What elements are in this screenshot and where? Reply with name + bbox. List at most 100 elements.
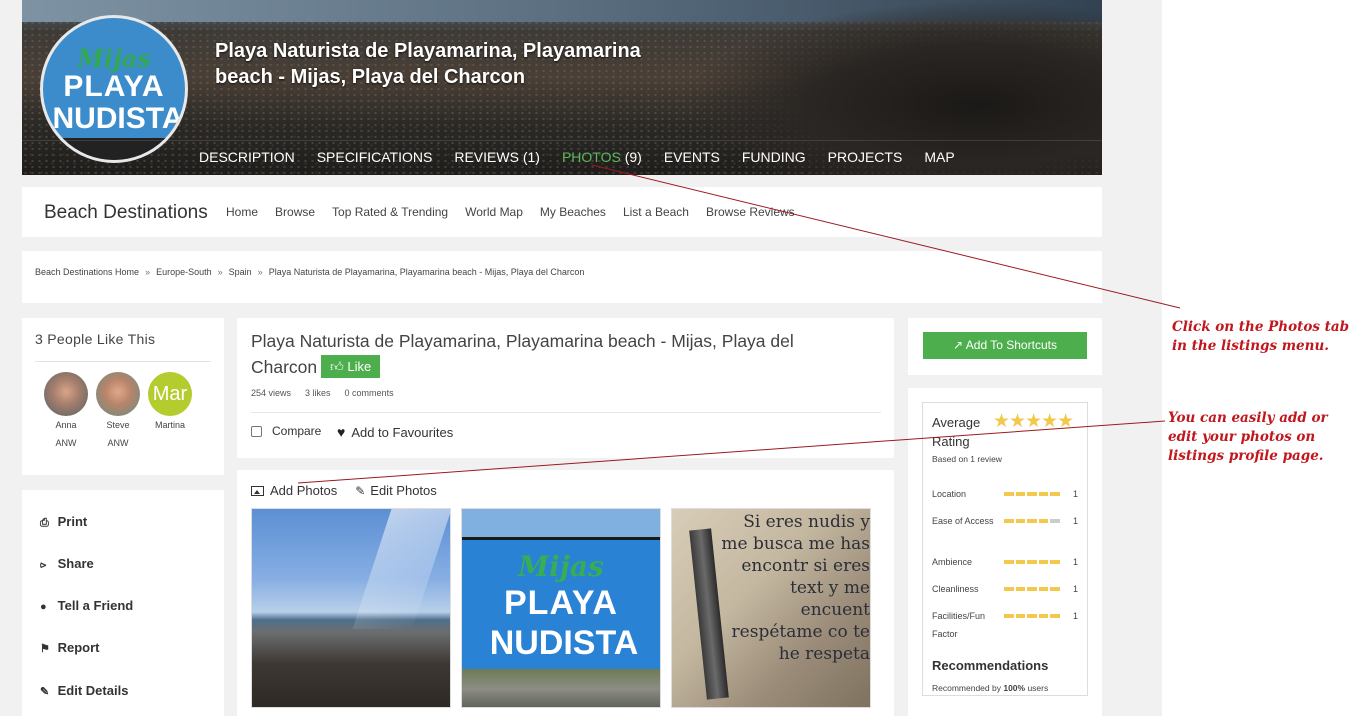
- sign-sky: [462, 509, 660, 537]
- share-button[interactable]: ⪧ Share: [40, 556, 94, 572]
- annotation-photos-tab: Click on the Photos tab in the listings …: [1172, 318, 1349, 356]
- site-nav: Beach Destinations Home Browse Top Rated…: [22, 187, 1102, 237]
- criterion-label: Ease of Access: [932, 516, 994, 526]
- recommended-suffix: users: [1025, 683, 1049, 693]
- photos-card: Add Photos ✎ Edit Photos Mijas PLAYA NUDI…: [237, 470, 894, 716]
- recommended-percent: 100%: [1003, 683, 1026, 693]
- nav-home[interactable]: Home: [226, 205, 258, 219]
- listing-summary-card: Playa Naturista de Playamarina, Playamar…: [237, 318, 894, 458]
- tab-photos[interactable]: PHOTOS (9): [562, 149, 642, 165]
- recommendations-heading: Recommendations: [932, 658, 1049, 673]
- shortcuts-card: ↗ Add To Shortcuts: [908, 318, 1102, 375]
- breadcrumb-home[interactable]: Beach Destinations Home: [35, 267, 139, 277]
- tab-reviews[interactable]: REVIEWS (1): [454, 149, 540, 165]
- criterion-value: 1: [1073, 557, 1079, 567]
- annotation-add-photos: You can easily add or edit your photos o…: [1168, 409, 1328, 466]
- action-label: Print: [57, 514, 88, 529]
- compare-control[interactable]: Compare: [251, 424, 321, 438]
- flag-icon: ⚑: [40, 643, 50, 655]
- action-label: Edit Details: [57, 683, 129, 698]
- pencil-icon: ✎: [355, 483, 366, 498]
- tell-friend-button[interactable]: ● Tell a Friend: [40, 598, 133, 613]
- edit-photos-label: Edit Photos: [370, 483, 437, 498]
- criterion-label: Location: [932, 489, 967, 499]
- external-link-icon: ↗: [953, 338, 964, 352]
- poem-text: Si eres nudis y me busca me has encontr …: [721, 512, 870, 664]
- annotation-text: edit your photos on: [1168, 429, 1316, 445]
- print-button[interactable]: ⎙ Print: [40, 514, 87, 530]
- favourites-label: Add to Favourites: [351, 424, 454, 440]
- nav-browse-reviews[interactable]: Browse Reviews: [706, 205, 795, 219]
- logo-text-bottom: NUDISTA: [52, 102, 184, 135]
- nav-top-rated[interactable]: Top Rated & Trending: [332, 205, 448, 219]
- divider: [251, 412, 881, 413]
- tab-label: PHOTOS: [561, 149, 621, 165]
- heart-icon: ♥: [337, 424, 346, 440]
- action-label: Report: [57, 640, 100, 655]
- pencil-icon: ✎: [40, 686, 50, 698]
- nav-list-a-beach[interactable]: List a Beach: [623, 205, 689, 219]
- criterion-value: 1: [1073, 584, 1079, 594]
- criterion-value: 1: [1073, 516, 1079, 526]
- sign-text-bottom: NUDISTA: [489, 624, 639, 662]
- logo-text-top: Mijas: [77, 44, 151, 73]
- report-button[interactable]: ⚑ Report: [40, 640, 100, 655]
- actions-card: ⎙ Print ⪧ Share ● Tell a Friend ⚑ Report…: [22, 490, 224, 716]
- tab-events[interactable]: EVENTS: [664, 149, 720, 165]
- photo-thumb-beach[interactable]: [251, 508, 451, 708]
- sign-panel: Mijas PLAYA NUDISTA: [462, 537, 660, 669]
- photo-thumb-sign[interactable]: Mijas PLAYA NUDISTA: [461, 508, 661, 708]
- listing-tabs: DESCRIPTION SPECIFICATIONS REVIEWS (1) P…: [22, 140, 1102, 175]
- edit-details-button[interactable]: ✎ Edit Details: [40, 683, 128, 698]
- star-rating: ★★★★★: [993, 411, 1074, 432]
- nav-world-map[interactable]: World Map: [465, 205, 523, 219]
- tab-projects[interactable]: PROJECTS: [828, 149, 903, 165]
- action-label: Share: [57, 556, 94, 571]
- liker-sub-steve: ANW: [107, 438, 129, 448]
- annotation-text: You can easily add or: [1168, 410, 1328, 426]
- share-icon: ⪧: [40, 559, 47, 571]
- nav-browse[interactable]: Browse: [275, 205, 315, 219]
- avatar-martina[interactable]: Mar: [148, 372, 192, 416]
- sun-glare: [352, 509, 450, 629]
- liker-name-martina: Martina: [154, 420, 185, 430]
- photo-thumb-poem[interactable]: Si eres nudis y me busca me has encontr …: [671, 508, 871, 708]
- site-brand[interactable]: Beach Destinations: [44, 202, 208, 224]
- logo-text-middle: PLAYA: [63, 70, 165, 103]
- shortcuts-label: Add To Shortcuts: [965, 338, 1057, 352]
- breadcrumb-country[interactable]: Spain: [229, 267, 252, 277]
- hero-title: Playa Naturista de Playamarina, Playamar…: [215, 38, 715, 90]
- tab-map[interactable]: MAP: [924, 149, 954, 165]
- like-button[interactable]: 👍︎ Like: [321, 354, 381, 378]
- annotation-text: Click on the Photos tab: [1172, 319, 1350, 335]
- compare-checkbox[interactable]: [251, 425, 262, 437]
- add-photos-button[interactable]: Add Photos: [251, 483, 337, 498]
- avatar-anna[interactable]: [44, 372, 88, 416]
- tab-label: EVENTS: [663, 149, 720, 165]
- annotation-text: listings profile page.: [1168, 448, 1324, 464]
- views-count: 254 views: [251, 388, 292, 398]
- liker-name: Steve ANW: [88, 416, 148, 452]
- tab-specifications[interactable]: SPECIFICATIONS: [317, 149, 433, 165]
- listing-stats: 254 views 3 likes 0 comments: [251, 388, 408, 398]
- add-to-favourites-button[interactable]: ♥ Add to Favourites: [337, 424, 453, 440]
- action-label: Tell a Friend: [57, 598, 134, 613]
- add-to-shortcuts-button[interactable]: ↗ Add To Shortcuts: [923, 332, 1087, 359]
- edit-photos-button[interactable]: ✎ Edit Photos: [355, 483, 437, 498]
- listing-title: Playa Naturista de Playamarina, Playamar…: [251, 328, 851, 380]
- tab-funding[interactable]: FUNDING: [742, 149, 806, 165]
- tab-description[interactable]: DESCRIPTION: [199, 149, 295, 165]
- recommendations-text: Recommended by 100% users: [932, 683, 1048, 693]
- thumbs-up-icon: 👍︎: [330, 358, 344, 374]
- listing-hero: Mijas PLAYA NUDISTA Playa Naturista de P…: [22, 0, 1102, 175]
- nav-my-beaches[interactable]: My Beaches: [540, 205, 606, 219]
- add-photos-label: Add Photos: [270, 483, 338, 498]
- hero-title-line1: Playa Naturista de Playamarina, Playamar…: [215, 40, 641, 62]
- print-icon: ⎙: [40, 517, 49, 529]
- breadcrumb-region[interactable]: Europe-South: [156, 267, 212, 277]
- avatar-steve[interactable]: [96, 372, 140, 416]
- breadcrumb-separator: »: [145, 267, 151, 277]
- rating-card: Average Rating ★★★★★ Based on 1 review L…: [908, 388, 1102, 716]
- likes-count: 3 likes: [305, 388, 331, 398]
- rating-box: Average Rating ★★★★★ Based on 1 review L…: [922, 402, 1088, 696]
